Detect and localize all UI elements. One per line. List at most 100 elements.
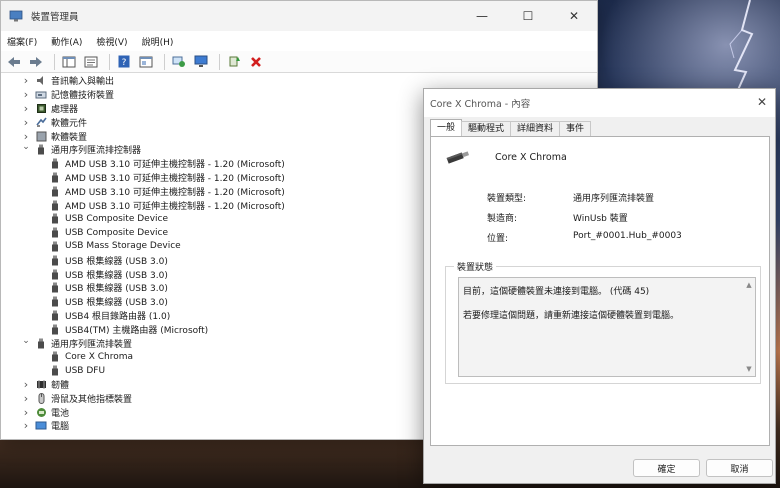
usb-icon [49,269,61,280]
tab-details[interactable]: 詳細資料 [510,121,561,136]
device-status-group: 裝置狀態 目前，這個硬體裝置未連接到電腦。 (代碼 45) 若要修理這個問題，請… [445,260,761,384]
chevron-right-icon[interactable]: › [21,419,31,432]
audio-icon [35,75,47,86]
properties-title: Core X Chroma - 內容 [430,99,531,110]
help-icon[interactable]: ? [115,53,133,71]
tree-item-label: USB 根集線器 (USB 3.0) [65,298,168,309]
tab-driver[interactable]: 驅動程式 [461,121,512,136]
scan-hardware-icon[interactable] [170,53,188,71]
menu-bar: 檔案(F) 動作(A) 檢視(V) 說明(H) [1,31,597,51]
device-type-label: 裝置類型: [487,194,527,204]
menu-help[interactable]: 說明(H) [142,35,174,48]
usb-icon [49,282,61,293]
tree-item-label: 記憶體技術裝置 [51,91,115,102]
tree-item-label: 韌體 [51,380,70,391]
status-scrollbar[interactable]: ▲ ▼ [743,278,755,376]
properties-tabs: 一般 驅動程式 詳細資料 事件 [430,119,592,137]
device-manager-titlebar: 裝置管理員 — ☐ ✕ [1,1,597,31]
usb-icon [49,227,61,238]
tree-item-label: USB Composite Device [65,213,169,224]
menu-view[interactable]: 檢視(V) [96,35,127,48]
monitor-icon[interactable] [192,53,210,71]
uninstall-device-icon[interactable] [247,53,265,71]
usb-icon [49,186,61,197]
mouse-icon [35,392,47,404]
toolbar-separator [54,53,55,70]
chevron-down-icon[interactable]: ⌄ [21,336,31,346]
close-button[interactable]: ✕ [551,1,597,31]
menu-action[interactable]: 動作(A) [51,35,82,48]
back-arrow-icon[interactable] [5,53,23,71]
tree-item-label: 滑鼠及其他指標裝置 [51,394,133,405]
svg-text:?: ? [122,58,127,68]
usb-icon [35,144,47,155]
chevron-right-icon[interactable]: › [21,378,31,391]
forward-arrow-icon[interactable] [27,53,45,71]
usb-icon [49,324,61,335]
tab-general[interactable]: 一般 [430,119,463,136]
tab-events[interactable]: 事件 [559,121,592,136]
usb-icon [49,213,61,224]
usb-icon [49,365,61,376]
usb-icon [35,338,47,349]
tree-item-label: USB4 根目錄路由器 (1.0) [65,311,171,322]
tree-item-label: 電腦 [51,422,70,433]
chevron-right-icon[interactable]: › [21,102,31,115]
console-pane-icon[interactable] [137,53,155,71]
tree-item-label: AMD USB 3.10 可延伸主機控制器 - 1.20 (Microsoft) [65,160,285,171]
close-icon[interactable]: ✕ [757,95,767,109]
manufacturer-label: 製造商: [487,214,518,224]
tree-item-label: Core X Chroma [65,351,133,362]
show-hide-console-tree-icon[interactable] [60,53,78,71]
chevron-right-icon[interactable]: › [21,116,31,129]
device-status-textbox[interactable]: 目前，這個硬體裝置未連接到電腦。 (代碼 45) 若要修理這個問題，請重新連接這… [458,277,756,377]
general-tab-panel: Core X Chroma 裝置類型: 通用序列匯流排裝置 製造商: WinUs… [430,136,770,446]
software-device-icon [35,131,47,142]
properties-dialog: Core X Chroma - 內容 ✕ 一般 驅動程式 詳細資料 事件 Cor… [423,88,776,484]
maximize-button[interactable]: ☐ [505,1,551,31]
device-status-legend: 裝置狀態 [454,260,497,273]
chevron-down-icon[interactable]: ⌄ [21,142,31,152]
tree-item-label: USB 根集線器 (USB 3.0) [65,270,168,281]
manufacturer-row: 製造商: WinUsb 裝置 [487,211,628,224]
chevron-right-icon[interactable]: › [21,88,31,101]
tree-item-label: 處理器 [51,104,79,115]
cancel-button[interactable]: 取消 [706,459,773,477]
device-category[interactable]: › 音訊輸入與輸出 [1,74,597,88]
scroll-up-arrow-icon[interactable]: ▲ [746,281,751,289]
status-line-1: 目前，這個硬體裝置未連接到電腦。 (代碼 45) [463,287,650,297]
toolbar-separator [219,53,220,70]
firmware-icon [35,379,47,390]
chevron-right-icon[interactable]: › [21,392,31,405]
tree-item-label: USB 根集線器 (USB 3.0) [65,256,168,267]
chevron-right-icon[interactable]: › [21,74,31,87]
window-title: 裝置管理員 [31,12,79,23]
ok-button[interactable]: 確定 [633,459,700,477]
device-manager-app-icon [9,10,23,22]
tree-item-label: 軟體裝置 [51,132,88,143]
tree-item-label: USB 根集線器 (USB 3.0) [65,284,168,295]
usb-icon [49,351,61,362]
location-label: 位置: [487,234,509,244]
manufacturer-value: WinUsb 裝置 [573,214,628,224]
minimize-button[interactable]: — [459,1,505,31]
usb-icon [49,158,61,169]
chevron-right-icon[interactable]: › [21,406,31,419]
tree-item-label: AMD USB 3.10 可延伸主機控制器 - 1.20 (Microsoft) [65,173,285,184]
chevron-right-icon[interactable]: › [21,130,31,143]
usb-icon [49,296,61,307]
usb-icon [49,241,61,252]
properties-titlebar: Core X Chroma - 內容 ✕ [424,89,775,117]
tree-item-label: USB4(TM) 主機路由器 (Microsoft) [65,325,209,336]
device-type-value: 通用序列匯流排裝置 [573,194,655,204]
toolbar: ? [1,51,597,73]
scroll-down-arrow-icon[interactable]: ▼ [746,365,751,373]
tree-item-label: 電池 [51,408,70,419]
status-line-2: 若要修理這個問題，請重新連接這個硬體裝置到電腦。 [463,311,680,321]
tree-item-label: 通用序列匯流排控制器 [51,146,142,157]
processor-icon [35,103,47,114]
usb-icon [49,310,61,321]
menu-file[interactable]: 檔案(F) [7,35,37,48]
properties-sheet-icon[interactable] [82,53,100,71]
update-driver-icon[interactable] [225,53,243,71]
